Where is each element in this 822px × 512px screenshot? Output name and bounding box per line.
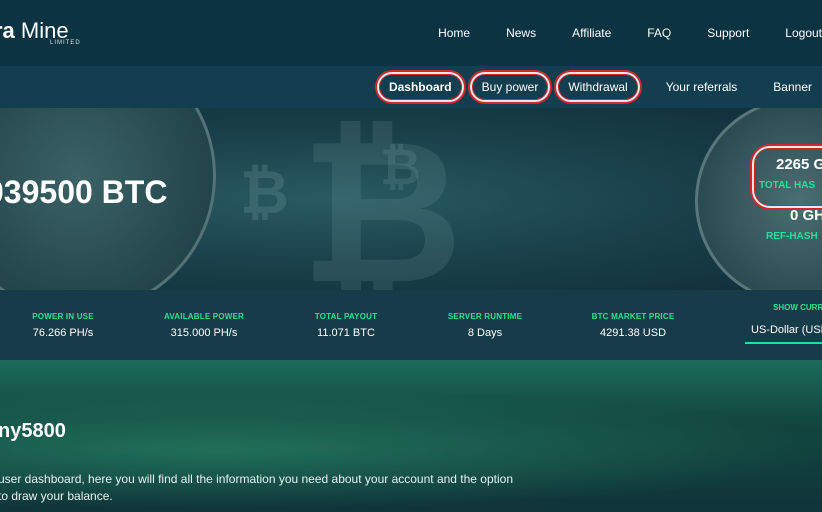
nav-faq[interactable]: FAQ	[647, 26, 671, 40]
nav-news[interactable]: News	[506, 26, 536, 40]
subnav-your-referrals[interactable]: Your referrals	[656, 74, 748, 100]
ref-hashrate-label: REF-HASH	[766, 231, 818, 242]
nav-logout[interactable]: Logout	[785, 26, 822, 40]
subnav-buy-power[interactable]: Buy power	[469, 72, 551, 102]
balance-amount: 039500 BTC	[0, 174, 168, 210]
stat-value: 11.071 BTC	[317, 327, 375, 339]
nav-home[interactable]: Home	[438, 26, 470, 40]
stat-label: SERVER RUNTIME	[447, 312, 523, 321]
stat-value: 76.266 PH/s	[32, 327, 94, 339]
ref-hashrate-value: 0 GH	[790, 207, 822, 224]
stat-server-runtime: SERVER RUNTIME 8 Days	[425, 312, 545, 339]
brand-sub: LIMITED	[50, 40, 81, 46]
nav-support[interactable]: Support	[707, 26, 749, 40]
user-greeting: ny5800	[0, 420, 66, 442]
stat-value: 4291.38 USD	[599, 327, 667, 339]
nav-affiliate[interactable]: Affiliate	[572, 26, 611, 40]
hero-banner: ₿ ₿ ₿ 039500 BTC	[0, 108, 822, 290]
currency-select[interactable]: US-Dollar (USD	[745, 324, 822, 344]
stat-available-power: AVAILABLE POWER 315.000 PH/s	[144, 312, 264, 339]
subnav-banner[interactable]: Banner	[763, 74, 822, 100]
stat-value: 8 Days	[467, 327, 503, 339]
stat-total-payout: TOTAL PAYOUT 11.071 BTC	[286, 312, 406, 339]
total-hashrate-label: TOTAL HAS	[759, 180, 816, 191]
stat-label: BTC MARKET PRICE	[591, 312, 675, 321]
stat-label: AVAILABLE POWER	[163, 312, 245, 321]
stat-power-in-use: POWER IN USE 76.266 PH/s	[3, 312, 123, 339]
subnav-withdrawal[interactable]: Withdrawal	[556, 72, 640, 102]
total-hashrate-value: 2265 G	[776, 156, 822, 173]
subnav-dashboard[interactable]: Dashboard	[376, 72, 464, 102]
bitcoin-icon: ₿	[300, 108, 463, 290]
stat-value: 315.000 PH/s	[170, 327, 238, 339]
brand-name-strong: ra	[0, 18, 15, 43]
bitcoin-icon-small: ₿	[240, 159, 289, 226]
stat-label: POWER IN USE	[32, 312, 94, 321]
bitcoin-icon-small-2: ₿	[380, 139, 421, 195]
stats-bar: POWER IN USE 76.266 PH/s AVAILABLE POWER…	[0, 290, 822, 360]
sub-nav: Dashboard Buy power Withdrawal Your refe…	[371, 66, 822, 108]
stat-label: TOTAL PAYOUT	[314, 312, 378, 321]
brand-logo[interactable]: ra Mine LIMITED	[0, 18, 80, 46]
currency-selector: SHOW CURR US-Dollar (USD	[745, 303, 822, 344]
stat-btc-market-price: BTC MARKET PRICE 4291.38 USD	[573, 312, 693, 339]
currency-label: SHOW CURR	[773, 303, 822, 312]
top-nav: Home News Affiliate FAQ Support Logout	[438, 0, 822, 66]
dashboard-description: user dashboard, here you will find all t…	[0, 472, 514, 503]
